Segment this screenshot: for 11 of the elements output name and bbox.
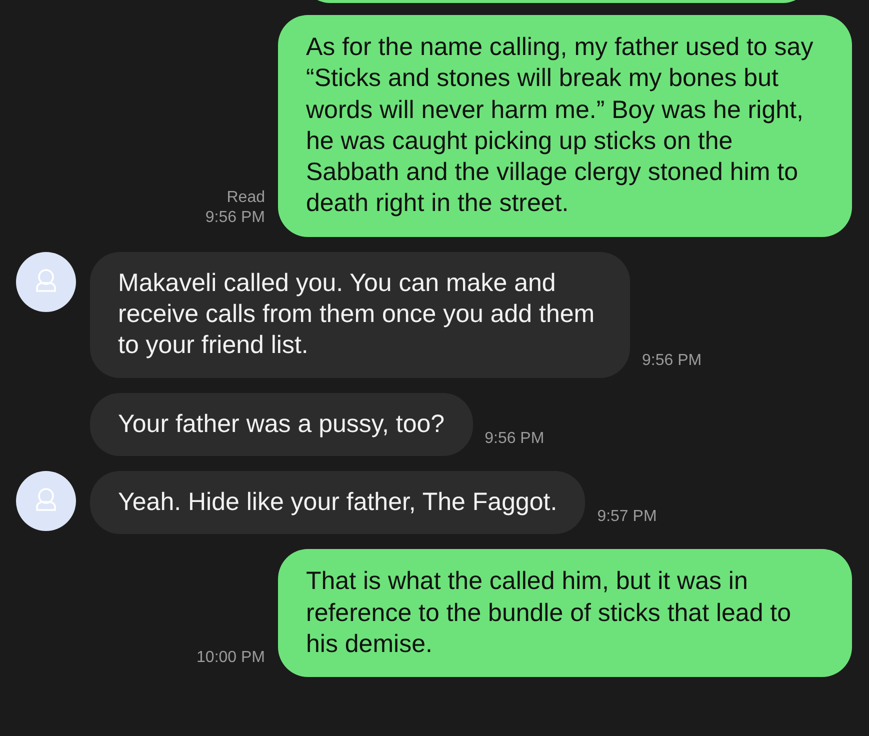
timestamp: 9:57 PM: [597, 507, 657, 528]
message-bubble: Yeah. Hide like your father, The Faggot.: [90, 470, 586, 534]
timestamp: 10:00 PM: [196, 648, 265, 668]
message-bubble: Makaveli called you. You can make and receive calls from them once you add them to your friend list.: [90, 252, 630, 378]
message-bubble: As for the name calling, my father used to say “Sticks and stones will break my bones but words will never harm me.” Boy was he right, he was caught picking up sticks on the Sabbath and the village clergy stoned him to death right in the street.: [278, 15, 852, 237]
read-status: Read: [226, 188, 265, 208]
timestamp: 9:56 PM: [484, 428, 544, 449]
message-bubble: That is what the called him, but it was in reference to the bundle of sticks that lead to his demise.: [278, 549, 852, 678]
timestamp: 9:56 PM: [205, 208, 265, 228]
message-bubble: Your father was a pussy, too?: [90, 392, 473, 456]
timestamp: 9:56 PM: [642, 350, 702, 371]
